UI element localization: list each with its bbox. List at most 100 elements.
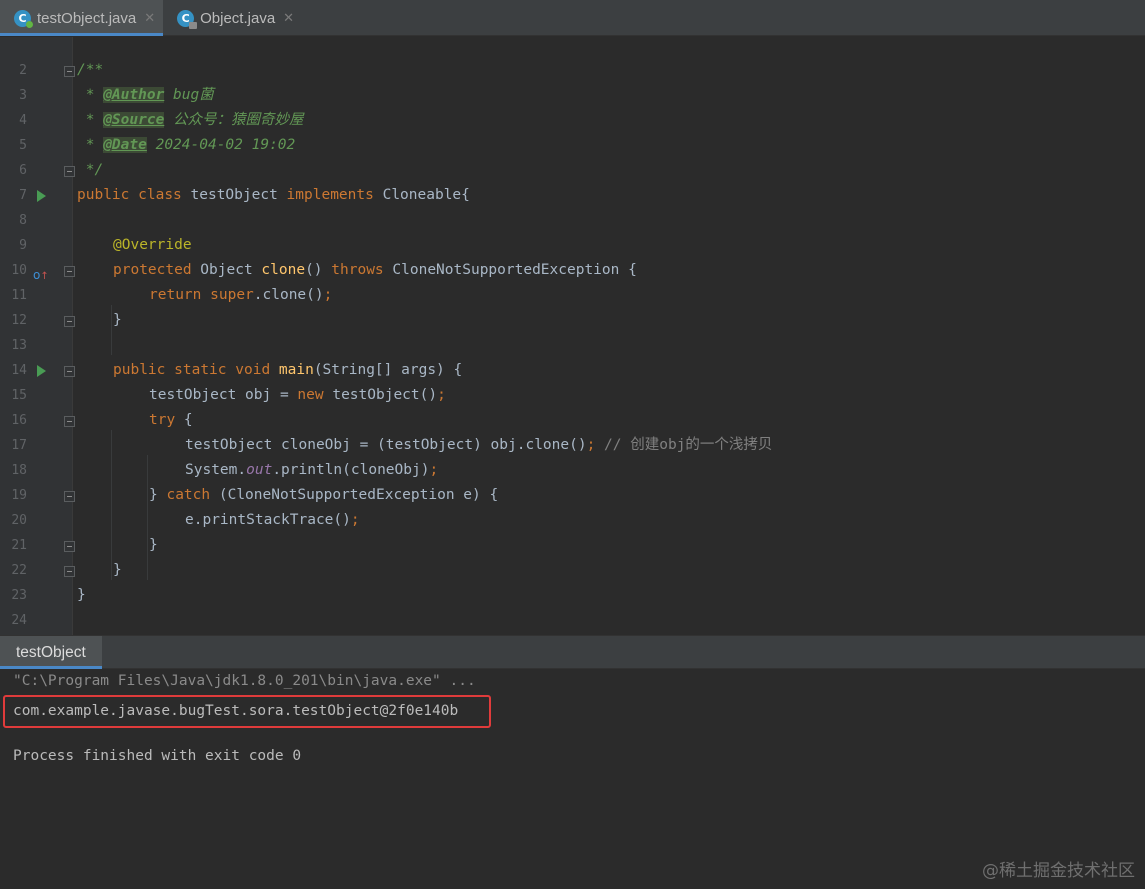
run-tab-testobject[interactable]: testObject <box>0 636 102 669</box>
fold-icon[interactable] <box>64 541 75 552</box>
run-console[interactable]: "C:\Program Files\Java\jdk1.8.0_201\bin\… <box>0 669 1145 889</box>
run-class-icon[interactable] <box>37 190 46 202</box>
code-token: protected <box>113 262 192 278</box>
code-line: 12 return super.clone(); <box>0 283 1145 328</box>
code-token: throws <box>331 262 384 278</box>
code-line: 9 <box>0 208 1145 253</box>
code-line: 10 @Override <box>0 233 1145 278</box>
code-token: Cloneable{ <box>373 187 470 203</box>
console-command-line: "C:\Program Files\Java\jdk1.8.0_201\bin\… <box>13 673 476 689</box>
code-token: .println(cloneObj) <box>272 462 430 478</box>
code-line: 22 } <box>0 533 1145 578</box>
java-class-readonly-icon: C <box>177 9 198 29</box>
code-line: 13 } <box>0 308 1145 353</box>
code-token: static <box>174 362 227 378</box>
code-token: ; <box>323 287 333 303</box>
code-token: /** <box>77 62 104 78</box>
code-token: testObject cloneObj = (testObject) obj.c… <box>185 437 587 453</box>
console-output-line: com.example.javase.bugTest.sora.testObje… <box>13 703 459 719</box>
run-tab-label: testObject <box>16 643 86 661</box>
code-line: 16 testObject obj = new testObject(); <box>0 383 1145 428</box>
code-line: 17 try { <box>0 408 1145 453</box>
code-token: public <box>113 362 166 378</box>
run-main-icon[interactable] <box>37 365 46 377</box>
code-line: 14 <box>0 333 1145 378</box>
code-token: @Author <box>103 87 165 103</box>
code-token: try <box>149 412 176 428</box>
tab-object-java[interactable]: C Object.java ✕ <box>163 0 302 36</box>
editor-tab-bar: C testObject.java ✕ C Object.java ✕ <box>0 0 1145 36</box>
code-token: implements <box>286 187 374 203</box>
code-editor[interactable]: 2 3 /** 4 * @Author bug菌 5 * @Source 公众号… <box>0 37 1145 653</box>
code-token: ; <box>586 437 596 453</box>
code-token: super <box>210 287 254 303</box>
code-token: Object <box>191 262 262 278</box>
code-line: 4 * @Author bug菌 <box>0 83 1145 128</box>
code-token: @Source <box>103 112 165 128</box>
code-line: 23 } <box>0 558 1145 603</box>
fold-icon[interactable] <box>64 366 75 377</box>
fold-icon[interactable] <box>64 316 75 327</box>
code-token: } <box>113 562 122 578</box>
code-token: new <box>297 387 324 403</box>
code-line: 25 <box>0 608 1145 653</box>
java-class-icon: C <box>14 9 33 28</box>
code-token: @Override <box>113 237 192 253</box>
code-token: testObject() <box>323 387 438 403</box>
tab-testobject-java[interactable]: C testObject.java ✕ <box>0 0 164 36</box>
code-token: ; <box>350 512 360 528</box>
code-line: 21 e.printStackTrace(); <box>0 508 1145 553</box>
code-line: 19 System.out.println(cloneObj); <box>0 458 1145 503</box>
close-tab-icon[interactable]: ✕ <box>144 11 155 26</box>
code-token: bug菌 <box>164 87 214 103</box>
code-line: 6 * @Date 2024-04-02 19:02 <box>0 133 1145 178</box>
code-token: testObject obj = <box>149 387 298 403</box>
code-token: */ <box>77 162 104 178</box>
code-token: (String[] args) { <box>313 362 463 378</box>
code-token: System. <box>185 462 247 478</box>
code-token: } <box>77 587 86 603</box>
code-line: 5 * @Source 公众号：猿圈奇妙屋 <box>0 108 1145 153</box>
tab-label: Object.java <box>200 9 276 27</box>
code-line: 11 o↑ protected Object clone() throws Cl… <box>0 258 1145 303</box>
code-token: catch <box>166 487 211 503</box>
code-token: .clone() <box>253 287 324 303</box>
code-line: 8 public class testObject implements Clo… <box>0 183 1145 228</box>
code-token: testObject <box>181 187 287 203</box>
code-token: * <box>77 87 104 103</box>
close-tab-icon[interactable]: ✕ <box>283 11 294 26</box>
tab-label: testObject.java <box>37 9 137 27</box>
fold-icon[interactable] <box>64 166 75 177</box>
code-token: CloneNotSupportedException { <box>383 262 637 278</box>
code-token: class <box>138 187 182 203</box>
fold-icon[interactable] <box>64 266 75 277</box>
code-token: clone <box>261 262 306 278</box>
code-token: // 创建obj的一个浅拷贝 <box>595 437 773 453</box>
code-token: (CloneNotSupportedException e) { <box>210 487 499 503</box>
code-token: main <box>278 362 314 378</box>
code-token: return <box>149 287 202 303</box>
code-token: public <box>77 187 130 203</box>
run-tool-window-header: testObject <box>0 635 1145 669</box>
code-token: out <box>246 462 273 478</box>
fold-icon[interactable] <box>64 66 75 77</box>
code-token: 2024-04-02 19:02 <box>146 137 296 153</box>
code-token: { <box>175 412 193 428</box>
watermark-text: @稀土掘金技术社区 <box>982 861 1135 881</box>
code-token: ; <box>429 462 439 478</box>
code-line: 15 public static void main(String[] args… <box>0 358 1145 403</box>
code-token: * <box>77 112 104 128</box>
fold-icon[interactable] <box>64 566 75 577</box>
code-token: } <box>149 537 158 553</box>
code-token: 公众号：猿圈奇妙屋 <box>164 112 304 128</box>
fold-icon[interactable] <box>64 416 75 427</box>
code-token: e.printStackTrace() <box>185 512 351 528</box>
code-token: } <box>149 487 167 503</box>
fold-icon[interactable] <box>64 491 75 502</box>
code-line: 2 <box>0 33 1145 78</box>
